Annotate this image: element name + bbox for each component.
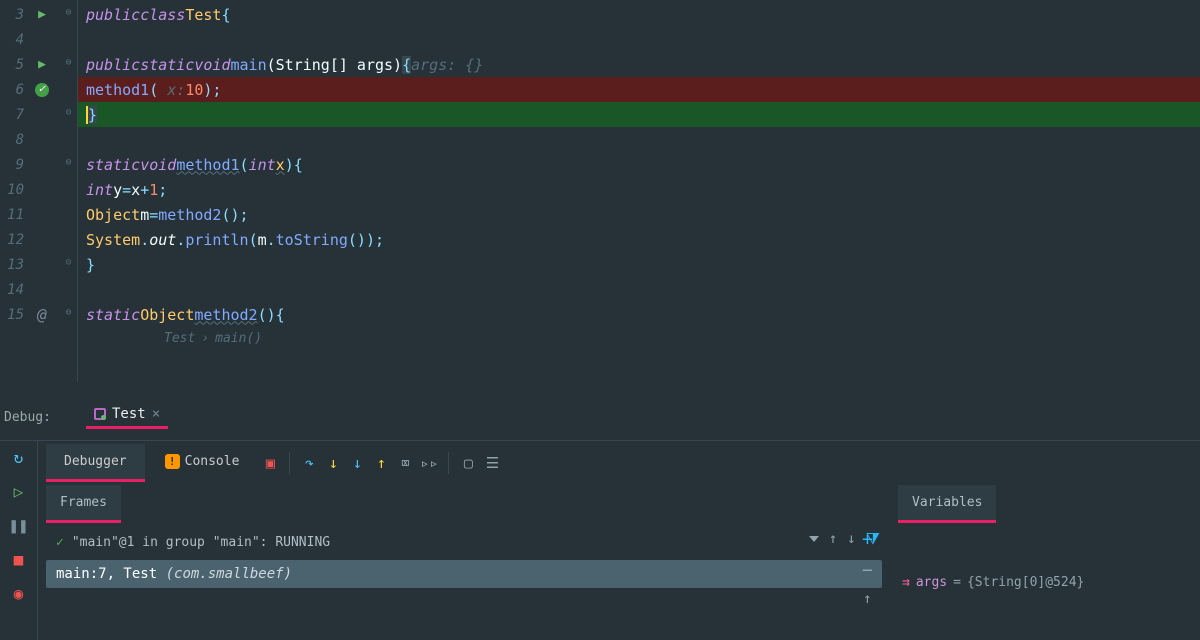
line-number: 13 — [0, 257, 24, 273]
run-to-cursor-icon[interactable]: ▹▹ — [418, 452, 440, 474]
debug-toolbar: Debugger !Console ▣ ↷ ↓ ↓ ↑ ⌧ ▹▹ ▢ ☰ — [38, 441, 1200, 485]
rerun-icon[interactable]: ↻ — [11, 449, 27, 465]
stop-icon[interactable]: ■ — [11, 551, 27, 567]
breakpoint-verified-icon[interactable]: ✓ — [24, 83, 60, 97]
breadcrumb[interactable]: Test›main() — [78, 327, 1200, 350]
check-icon: ✓ — [56, 535, 64, 550]
view-breakpoints-icon[interactable]: ◉ — [11, 585, 27, 601]
application-icon — [94, 408, 106, 420]
breakpoint-line-highlight: method1( x: 10); — [78, 77, 1200, 102]
variables-header: Variables — [898, 485, 996, 523]
resume-icon[interactable]: ▷ — [11, 483, 27, 499]
line-number: 6 — [0, 82, 24, 98]
force-step-into-icon[interactable]: ↓ — [346, 452, 368, 474]
line-number: 10 — [0, 182, 24, 198]
line-number: 9 — [0, 157, 24, 173]
close-tab-icon[interactable]: × — [152, 406, 160, 422]
prev-frame-icon[interactable]: ↑ — [829, 531, 837, 547]
variable-row[interactable]: ⇉ args = {String[0]@524} — [898, 569, 1192, 596]
line-number: 8 — [0, 132, 24, 148]
override-gutter-icon[interactable]: @ — [24, 305, 60, 324]
gutter: 3▶ 4 5▶ 6✓ 7 8 9 10 11 12 13 14 15@ — [0, 0, 60, 381]
warning-icon: ! — [165, 454, 180, 469]
code-editor[interactable]: 3▶ 4 5▶ 6✓ 7 8 9 10 11 12 13 14 15@ ⊖⊖⊝⊖… — [0, 0, 1200, 381]
new-watch-icon[interactable]: + — [862, 529, 873, 550]
line-number: 7 — [0, 107, 24, 123]
drop-frame-icon[interactable]: ⌧ — [394, 452, 416, 474]
debug-session-tab[interactable]: Test × — [86, 402, 168, 429]
line-number: 12 — [0, 232, 24, 248]
line-number: 15 — [0, 307, 24, 323]
debug-toolwindow-label: Debug: — [4, 410, 51, 425]
line-number: 3 — [0, 7, 24, 23]
move-watch-up-icon[interactable]: ↑ — [863, 591, 871, 607]
remove-watch-icon[interactable]: − — [862, 560, 873, 581]
pause-icon[interactable]: ❚❚ — [11, 517, 27, 533]
step-out-icon[interactable]: ↑ — [370, 452, 392, 474]
evaluate-expression-icon[interactable]: ▢ — [457, 452, 479, 474]
thread-dropdown-icon[interactable] — [809, 536, 819, 542]
frames-header: Frames — [46, 485, 121, 523]
threads-icon[interactable]: ▣ — [259, 452, 281, 474]
line-number: 14 — [0, 282, 24, 298]
line-number: 4 — [0, 32, 24, 48]
debug-left-rail: ↻ ▷ ❚❚ ■ ◉ — [0, 441, 38, 640]
frames-panel: Frames ✓ "main"@1 in group "main": RUNNI… — [38, 485, 890, 640]
run-gutter-icon[interactable]: ▶ — [24, 7, 60, 22]
params-icon: ⇉ — [902, 575, 910, 590]
line-number: 5 — [0, 57, 24, 73]
variables-panel: Variables + − ↑ ⇉ args = {String[0]@524} — [890, 485, 1200, 640]
step-into-icon[interactable]: ↓ — [322, 452, 344, 474]
execution-line-highlight: } — [78, 102, 1200, 127]
run-gutter-icon[interactable]: ▶ — [24, 57, 60, 72]
debug-toolwindow: ↻ ▷ ❚❚ ■ ◉ Debugger !Console ▣ ↷ ↓ ↓ ↑ ⌧… — [0, 440, 1200, 640]
thread-selector[interactable]: ✓ "main"@1 in group "main": RUNNING — [46, 529, 882, 556]
line-number: 11 — [0, 207, 24, 223]
next-frame-icon[interactable]: ↓ — [847, 531, 855, 547]
debugger-tab[interactable]: Debugger — [46, 444, 145, 482]
console-tab[interactable]: !Console — [147, 444, 258, 482]
code-area[interactable]: public class Test { public static void m… — [78, 0, 1200, 381]
trace-current-stream-chain-icon[interactable]: ☰ — [481, 452, 503, 474]
step-over-icon[interactable]: ↷ — [298, 452, 320, 474]
inline-hint: args: {} — [411, 56, 483, 74]
fold-column: ⊖⊖⊝⊖⊝⊖ — [60, 0, 78, 381]
stack-frame[interactable]: main:7, Test (com.smallbeef) — [46, 560, 882, 588]
